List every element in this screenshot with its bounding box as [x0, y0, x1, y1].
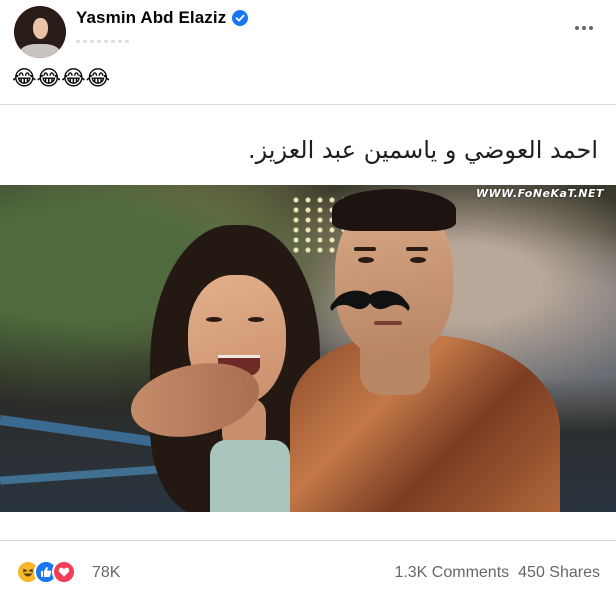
verified-badge-icon	[232, 10, 249, 26]
author-avatar[interactable]	[14, 6, 66, 58]
more-options-button[interactable]	[570, 16, 598, 40]
woman-eye	[206, 317, 222, 322]
more-horizontal-icon-dot	[589, 26, 593, 30]
post-meta-row[interactable]	[76, 36, 136, 46]
woman-top	[210, 440, 290, 512]
reaction-icons[interactable]	[16, 560, 76, 584]
post-caption: 😂 😂 😂 😂	[12, 66, 110, 92]
more-horizontal-icon	[575, 26, 579, 30]
author-name-row: Yasmin Abd Elaziz	[76, 8, 249, 28]
laughing-emoji-icon: 😂	[36, 67, 62, 90]
laughing-emoji-icon: 😂	[12, 67, 37, 90]
post-stats: 1.3K Comments 450 Shares	[394, 564, 600, 582]
man-eye	[410, 257, 426, 263]
footer-divider	[0, 540, 616, 541]
shared-post-title: احمد العوضي و ياسمين عبد العزيز.	[247, 136, 598, 164]
post-header: Yasmin Abd Elaziz	[0, 0, 616, 62]
man-eyebrow	[406, 247, 428, 251]
post-meta-placeholder	[76, 40, 130, 43]
mustache-sticker-icon	[330, 290, 410, 311]
caption-divider	[0, 104, 616, 105]
man-eye	[358, 257, 374, 263]
video-watermark: WWW.FoNeKaT.NET	[476, 187, 604, 200]
post-footer: 78K 1.3K Comments 450 Shares	[0, 556, 616, 588]
reaction-count[interactable]: 78K	[92, 564, 120, 582]
woman-eye	[248, 317, 264, 322]
man-eyebrow	[354, 247, 376, 251]
love-icon	[52, 560, 76, 584]
more-horizontal-icon-dot	[582, 26, 586, 30]
author-name[interactable]: Yasmin Abd Elaziz	[76, 8, 226, 28]
avatar-face	[33, 18, 48, 39]
man-hair	[332, 189, 456, 231]
man-mouth	[374, 321, 402, 325]
comments-count[interactable]: 1.3K Comments	[394, 564, 509, 582]
shares-count[interactable]: 450 Shares	[518, 564, 600, 582]
avatar-shirt	[20, 44, 60, 58]
post-image[interactable]: WWW.FoNeKaT.NET	[0, 185, 616, 512]
laughing-emoji-icon: 😂	[85, 67, 111, 90]
facebook-post: Yasmin Abd Elaziz 😂 😂 😂 😂 احمد العوضي و …	[0, 0, 616, 601]
laughing-emoji-icon: 😂	[61, 67, 86, 90]
